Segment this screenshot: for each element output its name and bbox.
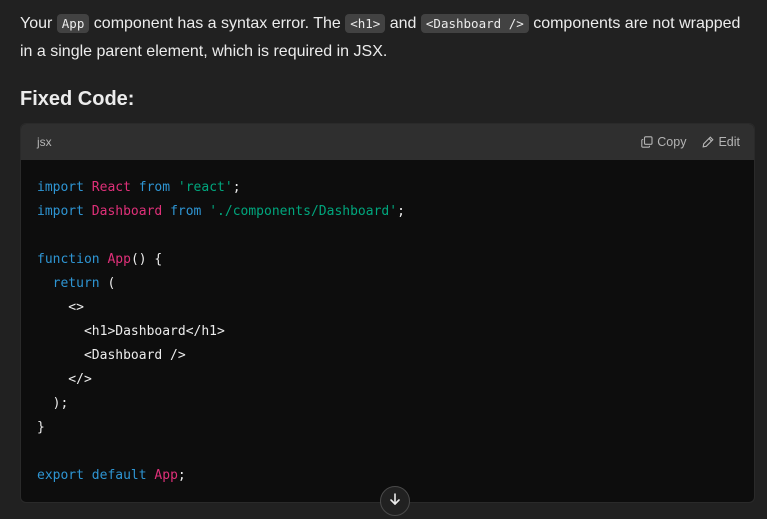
copy-label: Copy <box>657 135 687 149</box>
code-keyword: return <box>52 276 100 291</box>
code-line: <Dashboard /> <box>37 348 186 363</box>
copy-button[interactable]: Copy <box>641 135 686 149</box>
code-line: } <box>37 420 45 435</box>
code-punct: () { <box>130 252 163 267</box>
arrow-down-icon <box>388 492 402 511</box>
code-string: 'react' <box>177 180 233 195</box>
code-punct: ; <box>232 180 241 195</box>
section-heading: Fixed Code: <box>20 88 135 110</box>
code-punct: ; <box>397 204 405 219</box>
code-keyword: import <box>37 204 84 219</box>
code-line: return ( <box>37 272 738 296</box>
explanation-text: component has a syntax error. The <box>89 15 346 32</box>
code-line: ); <box>37 396 69 411</box>
code-punct: ; <box>177 468 186 483</box>
code-line: import React from 'react'; <box>37 176 738 200</box>
code-line: <> <box>37 300 84 315</box>
code-keyword: from <box>138 180 171 195</box>
explanation-text: and <box>385 15 421 32</box>
explanation-text: Your <box>20 15 57 32</box>
code-keyword: function <box>37 252 100 267</box>
code-identifier: Dashboard <box>91 204 163 219</box>
code-language-label: jsx <box>37 135 52 149</box>
code-identifier: App <box>154 468 178 483</box>
code-keyword: from <box>170 204 202 219</box>
inline-code-h1: <h1> <box>345 14 386 33</box>
inline-code-app: App <box>56 14 90 33</box>
inline-code-dashboard: <Dashboard /> <box>420 14 529 33</box>
code-line: import Dashboard from './components/Dash… <box>37 200 738 224</box>
code-block-header: jsx Copy Edit <box>21 124 754 160</box>
code-actions: Copy Edit <box>641 135 740 149</box>
code-content: import React from 'react'; import Dashboa… <box>21 160 754 488</box>
code-line: function App() { <box>37 248 738 272</box>
code-line: export default App; <box>37 464 738 488</box>
code-line: </> <box>37 372 92 387</box>
code-punct: ( <box>99 276 116 291</box>
edit-button[interactable]: Edit <box>702 135 740 149</box>
code-line: <h1>Dashboard</h1> <box>37 324 225 339</box>
pencil-icon <box>702 136 715 148</box>
code-string: './components/Dashboard' <box>209 204 398 219</box>
code-block: jsx Copy Edit import React from 'react';… <box>20 123 755 503</box>
code-keyword: default <box>91 468 147 483</box>
code-identifier: React <box>91 180 131 195</box>
code-keyword: export <box>37 468 84 483</box>
code-keyword: import <box>37 180 84 195</box>
code-identifier: App <box>107 252 131 267</box>
explanation-paragraph: Your App component has a syntax error. T… <box>20 10 750 66</box>
scroll-to-bottom-button[interactable] <box>380 486 410 516</box>
copy-icon <box>641 136 653 148</box>
edit-label: Edit <box>718 135 740 149</box>
